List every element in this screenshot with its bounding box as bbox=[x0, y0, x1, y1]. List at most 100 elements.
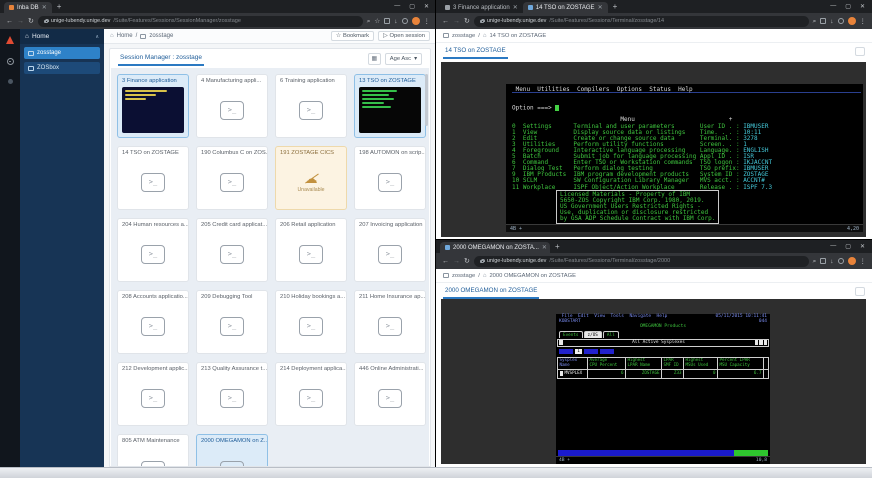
forward-icon[interactable] bbox=[453, 18, 460, 25]
account-icon[interactable] bbox=[837, 18, 844, 24]
address-bar[interactable]: unige-lubendy.unige.dev/Suite/Features/S… bbox=[473, 15, 809, 27]
breadcrumb-parent[interactable]: zosstage bbox=[452, 33, 475, 39]
bookmark-button[interactable]: Bookmark bbox=[330, 31, 375, 41]
search-icon[interactable] bbox=[813, 18, 817, 25]
session-tile[interactable]: 212 Development applic... >_ bbox=[117, 362, 189, 426]
pager-segment[interactable] bbox=[600, 349, 614, 354]
session-tile[interactable]: 14 TSO on ZOSTAGE >_ bbox=[117, 146, 189, 210]
session-tile[interactable]: 446 Online Administrati... >_ bbox=[354, 362, 426, 426]
tso-ispf-terminal-screen[interactable]: Menu Utilities Compilers Options Status … bbox=[506, 84, 863, 232]
tab-close-icon[interactable] bbox=[598, 5, 603, 11]
session-tile[interactable]: 6 Training application >_ bbox=[275, 74, 347, 138]
session-tile[interactable]: 204 Human resources a... >_ bbox=[117, 218, 189, 282]
account-icon[interactable] bbox=[401, 18, 408, 24]
gear-icon[interactable] bbox=[6, 58, 14, 65]
tab-omegamon-session[interactable]: 2000 OMEGAMON on ZOSTAGE bbox=[443, 284, 540, 299]
terminal-tab-zos[interactable]: z/OS bbox=[583, 331, 602, 339]
browser-tab[interactable]: 14 TSO on ZOSTAGE bbox=[522, 2, 608, 13]
browser-tab[interactable]: 3 Finance application bbox=[440, 2, 523, 13]
pager-segment[interactable] bbox=[584, 349, 598, 354]
minimize-icon[interactable] bbox=[830, 3, 836, 10]
maximize-icon[interactable] bbox=[845, 243, 851, 250]
close-icon[interactable] bbox=[424, 3, 429, 10]
extensions-icon[interactable] bbox=[820, 258, 827, 264]
tab-close-icon[interactable] bbox=[42, 5, 47, 11]
new-tab-button[interactable]: + bbox=[613, 2, 618, 11]
maximize-icon[interactable] bbox=[409, 3, 415, 10]
extensions-icon[interactable] bbox=[384, 18, 391, 24]
extensions-icon[interactable] bbox=[820, 18, 827, 24]
session-tile[interactable]: 805 ATM Maintenance >_ bbox=[117, 434, 189, 466]
session-tile[interactable]: 208 Accounts applicatio... >_ bbox=[117, 290, 189, 354]
close-icon[interactable] bbox=[860, 3, 865, 10]
session-tile[interactable]: 205 Credit card applicat... >_ bbox=[196, 218, 268, 282]
taskbar[interactable] bbox=[0, 467, 872, 478]
forward-icon[interactable] bbox=[17, 18, 24, 25]
back-icon[interactable] bbox=[442, 18, 449, 25]
downloads-icon[interactable] bbox=[394, 18, 397, 25]
address-bar[interactable]: unige-lubendy.unige.dev/Suite/Features/S… bbox=[473, 255, 809, 267]
session-tile[interactable]: 214 Deployment applica... >_ bbox=[275, 362, 347, 426]
profile-avatar[interactable] bbox=[847, 17, 856, 25]
session-tile[interactable]: 210 Holiday bookings a... >_ bbox=[275, 290, 347, 354]
tab-session-manager[interactable]: Session Manager : zosstage bbox=[118, 51, 205, 66]
session-tile[interactable]: 190 Columbus C on ZOS... >_ bbox=[196, 146, 268, 210]
window-control-block[interactable] bbox=[763, 340, 767, 345]
close-icon[interactable] bbox=[860, 243, 865, 250]
search-icon[interactable] bbox=[367, 18, 371, 25]
bookmark-star-icon[interactable] bbox=[374, 18, 380, 25]
downloads-icon[interactable] bbox=[830, 18, 833, 25]
back-icon[interactable] bbox=[442, 258, 449, 265]
window-control-block[interactable] bbox=[759, 340, 763, 345]
reload-icon[interactable] bbox=[28, 18, 34, 25]
browser-tab[interactable]: Inba DB bbox=[4, 2, 52, 13]
minimize-icon[interactable] bbox=[394, 3, 400, 10]
breadcrumb-parent[interactable]: zosstage bbox=[452, 273, 475, 279]
tab-close-icon[interactable] bbox=[513, 5, 518, 11]
terminal-tab-events[interactable]: Events bbox=[559, 331, 583, 339]
sort-dropdown[interactable]: Age Asc bbox=[384, 52, 422, 65]
session-tile[interactable]: 206 Retail application >_ bbox=[275, 218, 347, 282]
session-tile[interactable]: 211 Home Insurance ap... >_ bbox=[354, 290, 426, 354]
keyboard-icon[interactable] bbox=[855, 46, 865, 56]
session-tile[interactable]: 198 AUTOMON on scrip... >_ bbox=[354, 146, 426, 210]
session-tile[interactable]: 13 TSO on ZOSTAGE bbox=[354, 74, 426, 138]
tab-close-icon[interactable] bbox=[542, 245, 547, 251]
window-menu-block[interactable] bbox=[559, 340, 563, 345]
reload-icon[interactable] bbox=[464, 258, 470, 265]
pager-segment[interactable] bbox=[559, 349, 573, 354]
rail-extra-icon[interactable] bbox=[7, 79, 13, 84]
session-tile[interactable]: 3 Finance application bbox=[117, 74, 189, 138]
profile-avatar[interactable] bbox=[847, 257, 856, 265]
forward-icon[interactable] bbox=[453, 258, 460, 265]
search-icon[interactable] bbox=[813, 258, 817, 265]
breadcrumb-home[interactable]: Home bbox=[117, 33, 133, 39]
window-control-block[interactable] bbox=[754, 340, 758, 345]
terminal-tab-all[interactable]: All bbox=[602, 331, 619, 339]
session-tile[interactable]: 207 Invoicing application >_ bbox=[354, 218, 426, 282]
new-tab-button[interactable]: + bbox=[57, 2, 62, 11]
address-bar[interactable]: unige-lubendy.unige.dev/Suite/Features/S… bbox=[37, 15, 363, 27]
omegamon-terminal-screen[interactable]: File Edit View Tools Navigate Help 05/11/… bbox=[556, 314, 770, 464]
sidebar-header-home[interactable]: Home bbox=[20, 29, 104, 44]
minimize-icon[interactable] bbox=[830, 243, 836, 250]
open-session-button[interactable]: Open session bbox=[378, 31, 430, 41]
keyboard-icon[interactable] bbox=[855, 286, 865, 296]
back-icon[interactable] bbox=[6, 18, 13, 25]
maximize-icon[interactable] bbox=[845, 3, 851, 10]
session-tile[interactable]: 213 Quality Assurance t... >_ bbox=[196, 362, 268, 426]
new-tab-button[interactable]: + bbox=[555, 242, 560, 251]
session-tile[interactable]: 191 ZOSTAGE CICS Unavailable bbox=[275, 146, 347, 210]
browser-menu-icon[interactable] bbox=[424, 18, 431, 25]
profile-avatar[interactable] bbox=[411, 17, 420, 25]
view-toggle-button[interactable]: ▦ bbox=[367, 52, 381, 65]
sidebar-item-zosstage[interactable]: zosstage bbox=[24, 47, 100, 59]
session-tile[interactable]: 4 Manufacturing appli... >_ bbox=[196, 74, 268, 138]
account-icon[interactable] bbox=[837, 258, 844, 264]
sidebar-item-zosbox[interactable]: ZOSbox bbox=[24, 62, 100, 74]
session-tile[interactable]: 2000 OMEGAMON on Z... >_ bbox=[196, 434, 268, 466]
browser-menu-icon[interactable] bbox=[860, 258, 867, 265]
scrollbar[interactable] bbox=[425, 74, 428, 126]
browser-tab[interactable]: 2000 OMEGAMON on ZOSTA... bbox=[440, 242, 550, 253]
browser-menu-icon[interactable] bbox=[860, 18, 867, 25]
